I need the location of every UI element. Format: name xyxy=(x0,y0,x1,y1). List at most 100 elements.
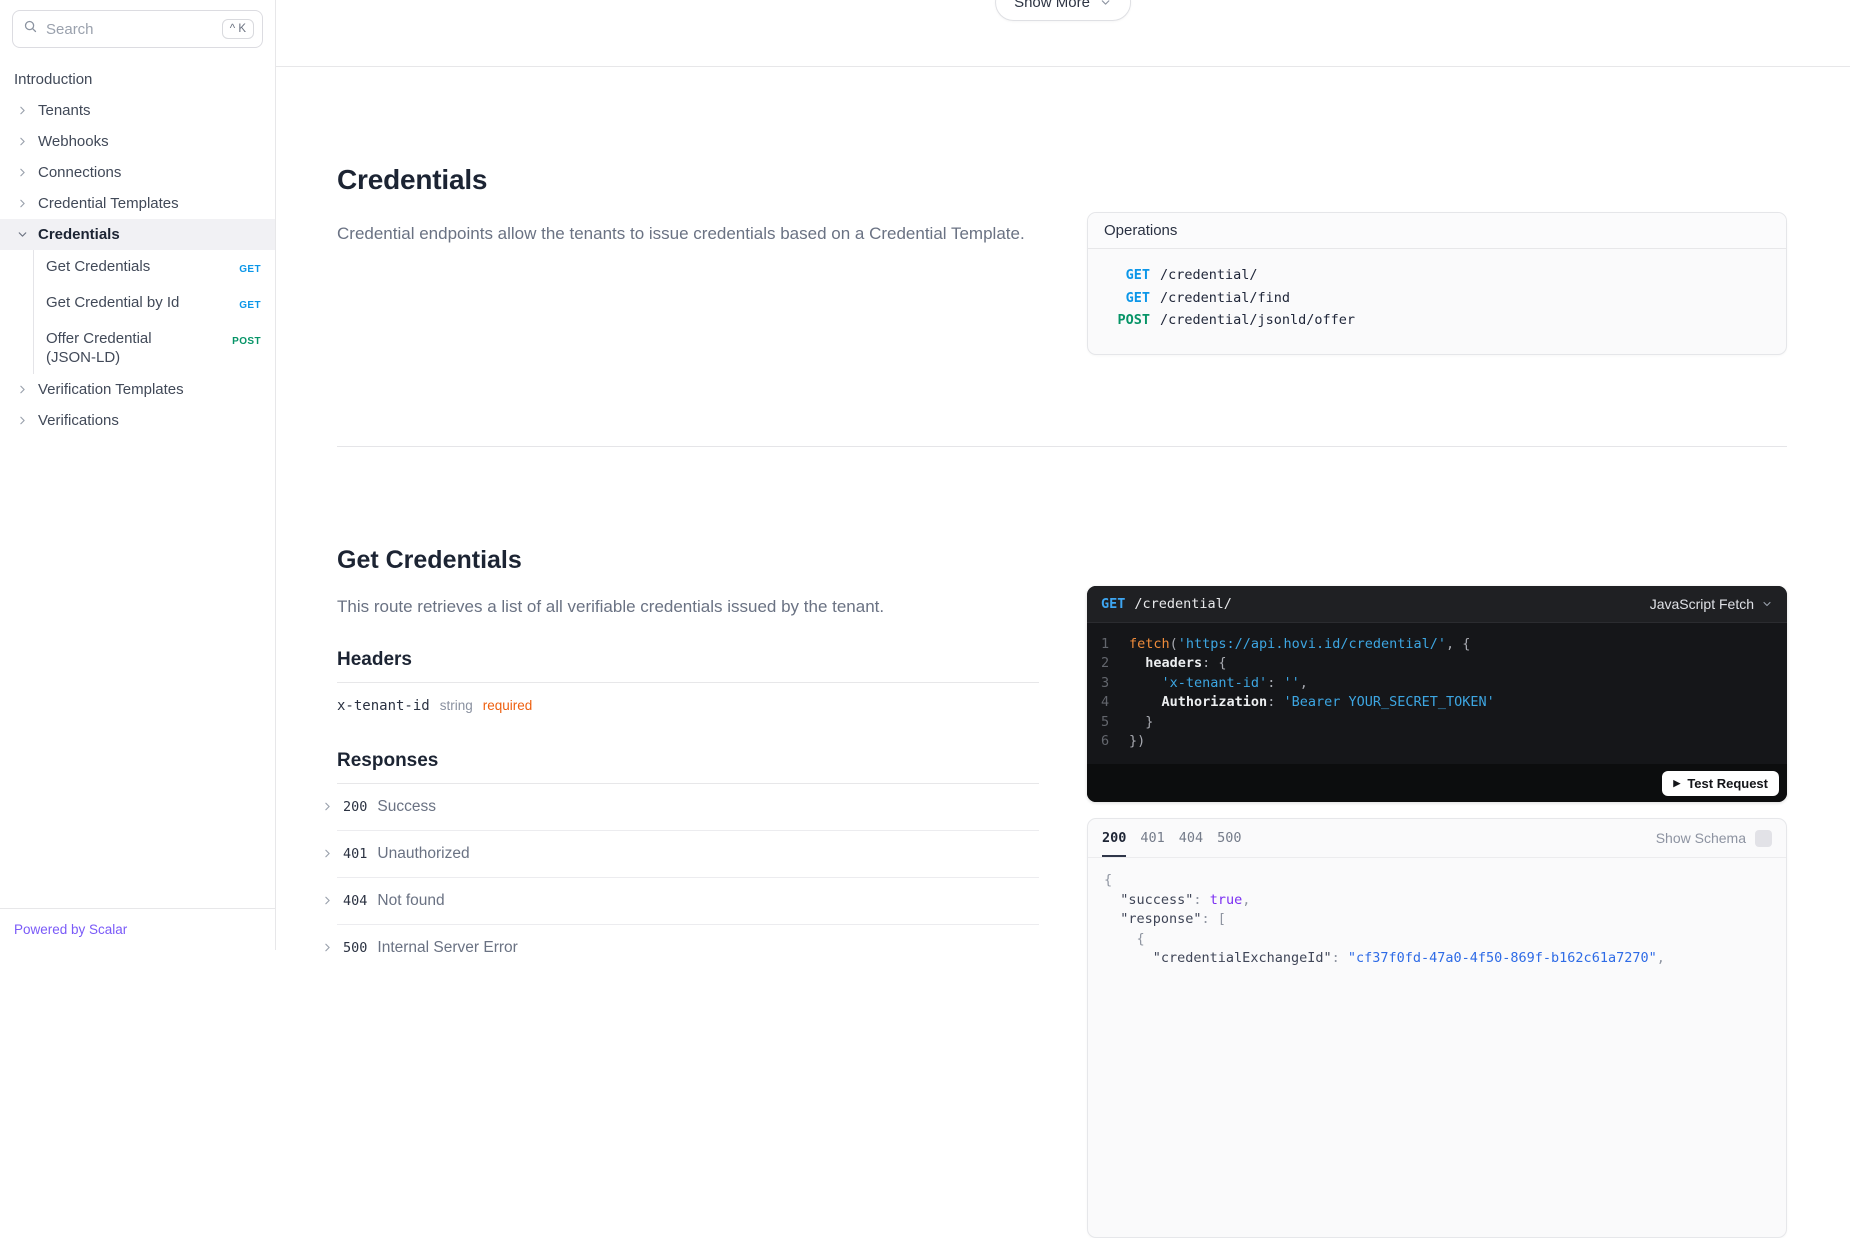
sidebar-item-label: Credentials xyxy=(38,226,120,243)
response-code: 500 xyxy=(343,940,367,956)
method-badge-get: GET xyxy=(239,296,261,315)
param-type: string xyxy=(440,698,473,713)
response-example-card: 200 401 404 500 Show Schema { "success":… xyxy=(1087,818,1787,1238)
tab-500[interactable]: 500 xyxy=(1217,819,1241,857)
sidebar-item-label: Credential Templates xyxy=(38,195,179,212)
request-example-card: GET /credential/ JavaScript Fetch 1fetch… xyxy=(1087,586,1787,803)
operation-path: /credential/jsonld/offer xyxy=(1160,309,1355,332)
sidebar-item-offer-credential-jsonld[interactable]: Offer Credential (JSON-LD) POST xyxy=(34,322,275,374)
method-label-get: GET xyxy=(1104,264,1150,287)
search-shortcut-badge: ^ K xyxy=(222,19,254,39)
search-box[interactable]: ^ K xyxy=(12,10,263,48)
sidebar-item-get-credentials[interactable]: Get Credentials GET xyxy=(34,250,275,286)
example-column: GET /credential/ JavaScript Fetch 1fetch… xyxy=(1087,447,1787,1238)
chevron-down-icon xyxy=(1761,598,1773,610)
response-row-401[interactable]: 401 Unauthorized xyxy=(337,831,1039,878)
main-area: Show More Credentials Credential endpoin… xyxy=(276,0,1850,950)
operation-path: /credential/ xyxy=(1160,264,1258,287)
sidebar-item-label: Verifications xyxy=(38,412,119,429)
operation-path: /credential/find xyxy=(1160,287,1290,310)
sidebar-item-verifications[interactable]: Verifications xyxy=(0,405,275,436)
chevron-down-icon xyxy=(16,228,30,242)
sidebar-footer: Powered by Scalar xyxy=(0,908,275,950)
chevron-right-icon xyxy=(321,941,335,955)
request-code-block: 1fetch('https://api.hovi.id/credential/'… xyxy=(1087,623,1787,765)
search-icon xyxy=(23,19,38,39)
sidebar-item-verification-templates[interactable]: Verification Templates xyxy=(0,374,275,405)
sidebar-item-label: Verification Templates xyxy=(38,381,184,398)
sidebar-item-label: Tenants xyxy=(38,102,91,119)
header-param-row: x-tenant-id string required xyxy=(337,683,1039,714)
sidebar-item-connections[interactable]: Connections xyxy=(0,157,275,188)
sidebar-item-label: Get Credential by Id xyxy=(46,293,179,312)
response-json-block: { "success": true, "response": [ { "cred… xyxy=(1088,857,1786,982)
page-title: Credentials xyxy=(337,164,1039,196)
search-input[interactable] xyxy=(46,21,214,38)
show-schema-checkbox[interactable] xyxy=(1755,830,1772,847)
operation-link-get-credential[interactable]: GET /credential/ xyxy=(1104,264,1770,287)
responses-heading: Responses xyxy=(337,750,1039,784)
language-label: JavaScript Fetch xyxy=(1650,596,1754,612)
show-more-button[interactable]: Show More xyxy=(995,0,1131,21)
method-label-get: GET xyxy=(1104,287,1150,310)
response-label: Internal Server Error xyxy=(377,939,517,957)
chevron-down-icon xyxy=(1099,0,1112,9)
test-request-button[interactable]: ▶ Test Request xyxy=(1662,771,1779,796)
topbar: Show More xyxy=(276,0,1850,67)
chevron-right-icon xyxy=(16,383,30,397)
sidebar-item-label: Connections xyxy=(38,164,121,181)
endpoint-title: Get Credentials xyxy=(337,546,1039,575)
response-code: 200 xyxy=(343,799,367,815)
tab-401[interactable]: 401 xyxy=(1140,819,1164,857)
method-label-get: GET xyxy=(1101,596,1125,612)
sidebar-item-get-credential-by-id[interactable]: Get Credential by Id GET xyxy=(34,286,275,322)
section-description: Credential endpoints allow the tenants t… xyxy=(337,222,1039,246)
sidebar-item-credentials[interactable]: Credentials xyxy=(0,219,275,250)
sidebar-item-credential-templates[interactable]: Credential Templates xyxy=(0,188,275,219)
param-name: x-tenant-id xyxy=(337,698,430,714)
sidebar-item-introduction[interactable]: Introduction xyxy=(0,64,275,95)
operation-link-post-credential-jsonld-offer[interactable]: POST /credential/jsonld/offer xyxy=(1104,309,1770,332)
chevron-right-icon xyxy=(16,166,30,180)
powered-by-scalar-link[interactable]: Powered by Scalar xyxy=(14,922,127,937)
response-code: 401 xyxy=(343,846,367,862)
play-icon: ▶ xyxy=(1673,778,1680,789)
credentials-section: Credentials Credential endpoints allow t… xyxy=(337,67,1039,355)
chevron-right-icon xyxy=(321,800,335,814)
endpoint-description: This route retrieves a list of all verif… xyxy=(337,595,1039,619)
headers-heading: Headers xyxy=(337,649,1039,683)
response-tabs: 200 401 404 500 xyxy=(1102,819,1242,857)
tab-200[interactable]: 200 xyxy=(1102,819,1126,857)
sidebar-item-label: Offer Credential (JSON-LD) xyxy=(46,329,204,367)
chevron-right-icon xyxy=(16,135,30,149)
sidebar-item-webhooks[interactable]: Webhooks xyxy=(0,126,275,157)
tab-404[interactable]: 404 xyxy=(1179,819,1203,857)
show-schema-toggle[interactable]: Show Schema xyxy=(1656,830,1772,847)
param-required-flag: required xyxy=(483,698,533,713)
request-endpoint: GET /credential/ xyxy=(1101,596,1232,612)
sidebar-credentials-children: Get Credentials GET Get Credential by Id… xyxy=(33,250,275,374)
response-label: Unauthorized xyxy=(377,845,469,863)
chevron-right-icon xyxy=(16,104,30,118)
response-label: Not found xyxy=(377,892,444,910)
response-row-200[interactable]: 200 Success xyxy=(337,784,1039,831)
chevron-right-icon xyxy=(16,414,30,428)
test-request-label: Test Request xyxy=(1687,776,1768,791)
operations-card-title: Operations xyxy=(1088,213,1786,249)
language-selector[interactable]: JavaScript Fetch xyxy=(1650,596,1773,612)
sidebar-item-label: Webhooks xyxy=(38,133,109,150)
get-credentials-section: Get Credentials This route retrieves a l… xyxy=(337,447,1039,1238)
response-row-500[interactable]: 500 Internal Server Error xyxy=(337,925,1039,971)
response-label: Success xyxy=(377,798,436,816)
operation-link-get-credential-find[interactable]: GET /credential/find xyxy=(1104,287,1770,310)
sidebar: ^ K Introduction Tenants Webhooks Connec… xyxy=(0,0,276,950)
request-path: /credential/ xyxy=(1134,596,1232,612)
sidebar-item-label: Introduction xyxy=(14,71,92,88)
responses-list: 200 Success 401 Unauthorized 404 Not fou… xyxy=(337,784,1039,971)
chevron-right-icon xyxy=(321,894,335,908)
method-badge-post: POST xyxy=(232,332,261,351)
sidebar-item-tenants[interactable]: Tenants xyxy=(0,95,275,126)
response-row-404[interactable]: 404 Not found xyxy=(337,878,1039,925)
operations-card: Operations GET /credential/ GET /credent… xyxy=(1087,212,1787,355)
sidebar-item-label: Get Credentials xyxy=(46,257,150,276)
